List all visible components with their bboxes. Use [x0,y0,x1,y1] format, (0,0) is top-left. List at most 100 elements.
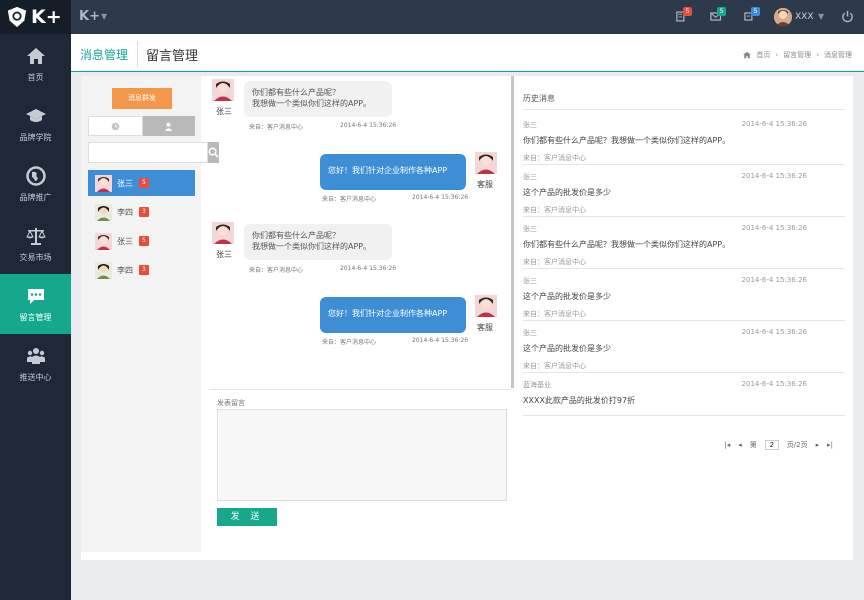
message-line: 你们都有些什么产品呢？ [252,88,340,97]
last-page-icon[interactable]: ▸| [827,441,833,449]
history-source: 来自：客户消息中心 [523,258,586,266]
breadcrumb-current: 消息管理 [824,51,852,59]
chat-message-incoming: 张三 你们都有些什么产品呢？ 我想做一个类似你们这样的APP。 来自：客户消息中… [209,76,512,136]
history-item[interactable]: 张三 2014-6-4 15:36:26 这个产品的批发价是多少 来自：客户消息… [523,270,845,321]
first-page-icon[interactable]: |◂ [724,441,730,449]
scrollbar-thumb[interactable] [511,76,514,388]
top-bar: K+ ▼ 5 5 5 XXX ▼ [71,0,864,34]
message-source: 来自：客户消息中心 [322,196,377,203]
tab-divider [137,41,138,67]
avatar [212,222,234,244]
unread-badge: 3 [139,207,149,217]
group-icon [26,347,45,364]
chat-icon [27,288,44,304]
history-item[interactable]: 张三 2014-6-4 15:36:26 你们都有些什么产品呢？我想做一个类似你… [523,114,845,165]
tab-message-management[interactable]: 消息管理 [80,46,128,63]
contact-panel: 消息群发 张三 5 李四 3 张三 5 李四 3 [81,76,219,552]
history-item[interactable]: 蓝海基业 2014-6-4 15:36:26 XXXX此款产品的批发价打97折 [523,374,845,416]
history-source: 来自：客户消息中心 [523,310,586,318]
contacts-toggle[interactable] [142,116,195,136]
contact-item[interactable]: 李四 3 [88,257,195,283]
history-text: 这个产品的批发价是多少 [523,188,611,197]
chevron-down-icon[interactable]: ▼ [818,12,824,21]
contact-item[interactable]: 张三 5 [88,228,195,254]
message-source: 来自：客户消息中心 [249,267,304,274]
sender-name: 张三 [216,250,232,259]
sidebar-item-label: 推送中心 [19,372,52,382]
broadcast-button[interactable]: 消息群发 [112,88,172,109]
message-time: 2014-6-4 15:36:26 [340,265,397,272]
tasks-button[interactable]: 5 [676,7,692,24]
user-avatar[interactable] [774,8,792,26]
sidebar-item-label: 品牌学院 [19,132,52,142]
logo[interactable]: K+ [0,0,71,34]
avatar [95,174,112,192]
prev-page-icon[interactable]: ◂ [738,441,742,449]
home-icon [26,47,45,64]
avatar [95,232,112,250]
divider [523,109,845,110]
reply-form: 发表留言 发 送 [209,389,511,552]
chat-message-incoming: 张三 你们都有些什么产品呢？ 我想做一个类似你们这样的APP。 来自：客户消息中… [209,219,512,279]
recent-toggle[interactable] [88,116,143,136]
chat-scrollbar[interactable] [511,76,514,388]
sidebar-item-brand-academy[interactable]: 品牌学院 [0,94,71,154]
sidebar: K+ 首页 品牌学院 品牌推广 交易市场 留言管理 推送中心 [0,0,71,600]
sidebar-item-trade-market[interactable]: 交易市场 [0,214,71,274]
history-item[interactable]: 张三 2014-6-4 15:36:26 这个产品的批发价是多少 来自：客户消息… [523,322,845,373]
contact-item[interactable]: 李四 3 [88,199,195,225]
breadcrumb: 首页 › 留言管理 › 消息管理 [743,50,852,60]
contact-name: 张三 [117,236,133,246]
content-panel: 消息群发 张三 5 李四 3 张三 5 李四 3 张三 你们都有些什么产品呢？ … [81,76,853,560]
breadcrumb-message-board[interactable]: 留言管理 [783,50,811,60]
globe-icon [25,165,46,186]
message-line: 我想做一个类似你们这样的APP。 [252,242,372,251]
history-item[interactable]: 张三 2014-6-4 15:36:26 这个产品的批发价是多少 来自：客户消息… [523,166,845,217]
search-input[interactable] [88,142,208,163]
sidebar-item-message-management[interactable]: 留言管理 [0,274,71,334]
brand-switcher[interactable]: K+ [79,9,100,24]
next-page-icon[interactable]: ▸ [816,441,820,449]
chat-message-outgoing: 您好！我们针对企业制作各种APP 客服 来自：客户消息中心 2014-6-4 1… [209,293,512,353]
history-sender: 张三 [523,277,537,285]
user-name[interactable]: XXX [795,12,814,22]
chevron-down-icon[interactable]: ▼ [101,12,107,21]
mail-button[interactable]: 5 [710,7,726,24]
contact-name: 李四 [117,265,133,275]
reply-textarea[interactable] [217,409,507,501]
power-icon[interactable] [841,10,854,23]
sidebar-item-push-center[interactable]: 推送中心 [0,334,71,394]
lion-shield-icon [7,6,27,28]
page-input[interactable] [764,440,779,450]
sender-name: 客服 [477,180,493,189]
clock-icon [111,122,120,130]
sidebar-item-brand-promotion[interactable]: 品牌推广 [0,154,71,214]
history-time: 2014-6-4 15:36:26 [741,224,807,232]
message-line: 我想做一个类似你们这样的APP。 [252,99,372,108]
user-avatar-image [774,8,792,26]
contact-filter-toggle [88,116,195,136]
breadcrumb-separator: › [816,51,819,59]
tasks-badge: 5 [683,7,692,16]
history-title: 历史消息 [523,94,555,103]
history-text: XXXX此款产品的批发价打97折 [523,396,636,405]
chat-message-outgoing: 您好！我们针对企业制作各种APP 客服 来自：客户消息中心 2014-6-4 1… [209,150,512,210]
contact-item[interactable]: 张三 5 [88,170,195,196]
page-header: 消息管理 留言管理 首页 › 留言管理 › 消息管理 [71,34,864,72]
comments-button[interactable]: 5 [744,7,760,24]
history-time: 2014-6-4 15:36:26 [741,328,807,336]
send-button[interactable]: 发 送 [217,508,277,526]
sidebar-item-home[interactable]: 首页 [0,34,71,94]
breadcrumb-home[interactable]: 首页 [756,50,770,60]
history-source: 来自：客户消息中心 [523,154,586,162]
message-source: 来自：客户消息中心 [322,339,377,346]
message-bubble: 您好！我们针对企业制作各种APP [320,297,466,333]
history-text: 这个产品的批发价是多少 [523,344,611,353]
avatar [475,152,497,174]
sender-name: 张三 [216,107,232,116]
history-item[interactable]: 张三 2014-6-4 15:36:26 你们都有些什么产品呢？我想做一个类似你… [523,218,845,269]
graduation-cap-icon [25,108,46,122]
history-panel: 历史消息 张三 2014-6-4 15:36:26 你们都有些什么产品呢？我想做… [523,76,845,546]
unread-badge: 5 [139,236,149,246]
user-icon [165,122,173,131]
